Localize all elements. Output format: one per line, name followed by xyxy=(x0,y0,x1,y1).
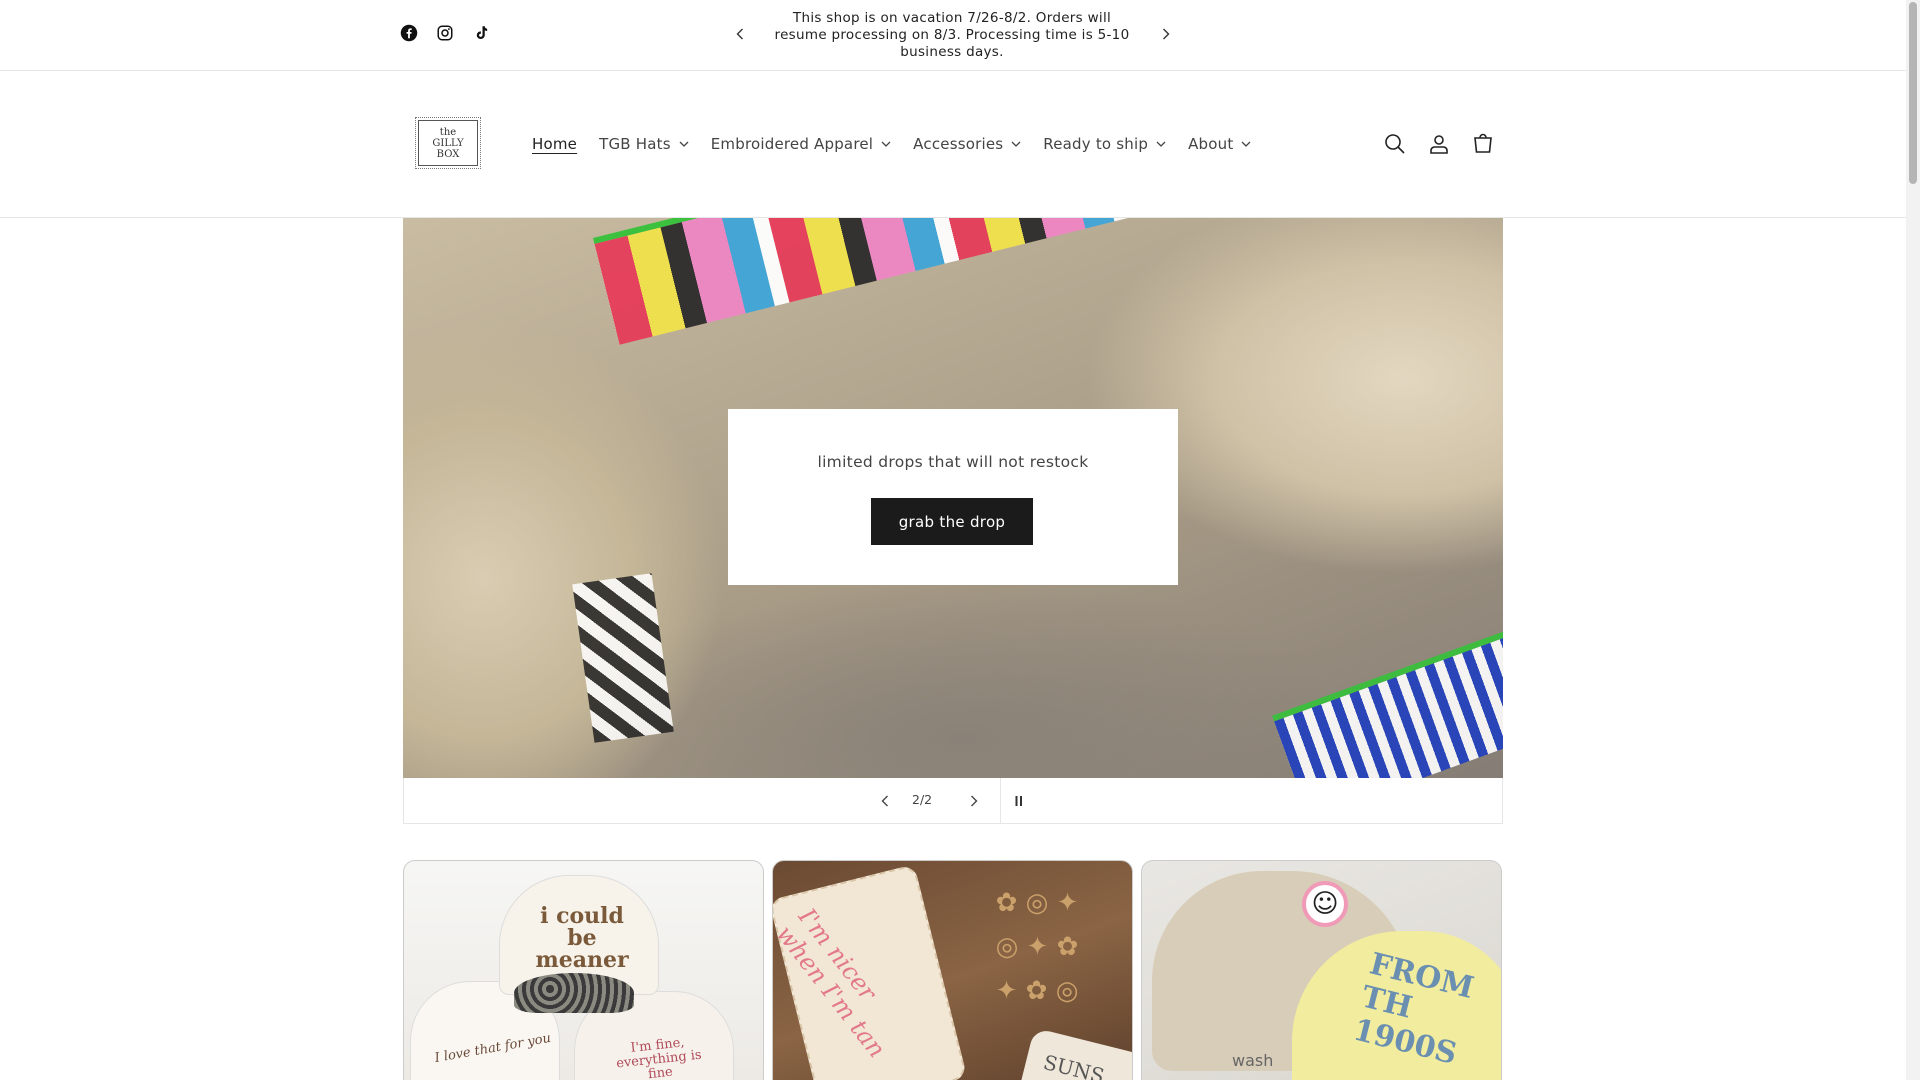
chevron-down-icon xyxy=(881,141,891,147)
nav-label: Embroidered Apparel xyxy=(710,135,874,153)
logo[interactable]: the GILLY BOX xyxy=(415,117,481,169)
header-icons xyxy=(1383,132,1495,156)
nav-home[interactable]: Home xyxy=(532,132,577,156)
nav-tgb-hats[interactable]: TGB Hats xyxy=(599,132,689,156)
nav-accessories[interactable]: Accessories xyxy=(913,132,1021,156)
pattern-image: ✿ ◎ ✦ ◎ ✦ ✿ ✦ ✿ ◎ xyxy=(995,888,1079,1006)
nav-label: Accessories xyxy=(913,135,1004,153)
chevron-left-icon xyxy=(736,28,743,40)
hat-text: wash xyxy=(1232,1051,1274,1070)
slideshow-pause-button[interactable] xyxy=(1008,790,1030,812)
nav-embroidered-apparel[interactable]: Embroidered Apparel xyxy=(711,132,891,156)
nav-label: About xyxy=(1188,135,1234,153)
search-button[interactable] xyxy=(1383,132,1407,156)
grab-the-drop-button[interactable]: grab the drop xyxy=(871,498,1033,545)
slide-counter: 2/2 xyxy=(912,792,933,807)
scrollbar[interactable] xyxy=(1906,0,1920,1080)
collection-cards: I love that for you I'm fine, everything… xyxy=(403,860,1503,1080)
cart-icon xyxy=(1474,133,1492,153)
collection-card-accessories[interactable]: ✿ ◎ ✦ ◎ ✦ ✿ ✦ ✿ ◎ I'm nicer when I'm tan S… xyxy=(772,860,1133,1080)
hero-slide: limited drops that will not restock grab… xyxy=(403,218,1503,778)
divider xyxy=(1000,778,1001,824)
site-header: the GILLY BOX Home TGB Hats Embroidered … xyxy=(0,72,1906,218)
chevron-right-icon xyxy=(971,795,978,807)
social-links xyxy=(400,24,490,42)
chevron-down-icon xyxy=(679,141,689,147)
instagram-icon[interactable] xyxy=(436,24,454,42)
logo-text: the GILLY BOX xyxy=(432,126,464,160)
search-icon xyxy=(1385,134,1405,154)
slideshow-controls: 2/2 xyxy=(403,778,1503,824)
chevron-down-icon xyxy=(1241,141,1251,147)
hat-brim-image xyxy=(514,973,634,1013)
scrollbar-thumb[interactable] xyxy=(1909,2,1917,184)
announcement-text: This shop is on vacation 7/26-8/2. Order… xyxy=(774,10,1130,60)
collection-card-hats[interactable]: I love that for you I'm fine, everything… xyxy=(403,860,764,1080)
announcement-bar: This shop is on vacation 7/26-8/2. Order… xyxy=(0,0,1906,71)
cart-button[interactable] xyxy=(1471,132,1495,156)
slide-prev-button[interactable] xyxy=(874,790,896,812)
tiktok-icon[interactable] xyxy=(472,24,490,42)
account-icon xyxy=(1430,135,1448,154)
hero-content-box: limited drops that will not restock grab… xyxy=(728,409,1178,585)
hat-text: i could be meaner xyxy=(535,903,629,973)
collection-card-apparel[interactable]: ☺ FROM TH 1900S wash xyxy=(1141,860,1502,1080)
chevron-right-icon xyxy=(1163,28,1170,40)
announcement-next-button[interactable] xyxy=(1156,24,1176,44)
account-button[interactable] xyxy=(1427,132,1451,156)
chevron-left-icon xyxy=(881,795,888,807)
slide-next-button[interactable] xyxy=(963,790,985,812)
nav-ready-to-ship[interactable]: Ready to ship xyxy=(1043,132,1166,156)
chevron-down-icon xyxy=(1011,141,1021,147)
main-nav: Home TGB Hats Embroidered Apparel Access… xyxy=(532,132,1273,156)
nav-label: Home xyxy=(532,135,578,153)
chevron-down-icon xyxy=(1156,141,1166,147)
nav-about[interactable]: About xyxy=(1188,132,1251,156)
announcement-prev-button[interactable] xyxy=(730,24,750,44)
pause-icon xyxy=(1015,796,1022,806)
hero-text: limited drops that will not restock xyxy=(817,453,1089,471)
smiley-patch-icon: ☺ xyxy=(1302,881,1348,927)
nav-label: TGB Hats xyxy=(599,135,671,153)
nav-label: Ready to ship xyxy=(1043,135,1149,153)
facebook-icon[interactable] xyxy=(400,24,418,42)
